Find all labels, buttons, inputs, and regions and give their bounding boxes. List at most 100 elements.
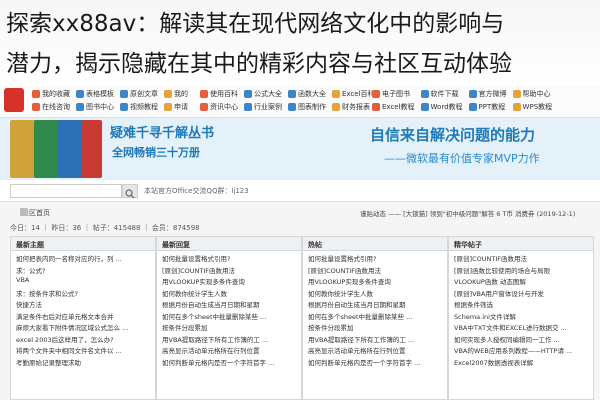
nav-item[interactable]: 行业案例 <box>244 102 282 112</box>
nav-item-label: 电子图书 <box>382 90 410 98</box>
nav-item-icon <box>244 90 252 98</box>
thread-link[interactable]: 满足条件右后对应单元格文本合并 <box>11 309 155 321</box>
search-button[interactable] <box>122 184 138 199</box>
nav-item[interactable]: 申请 <box>164 102 188 112</box>
nav-item[interactable]: 视频教程 <box>120 102 158 112</box>
page: 探索xx88av：解读其在现代网络文化中的影响与 潜力，揭示隐藏在其中的精彩内容… <box>0 0 600 400</box>
thread-link[interactable]: VBA中TXT文件和EXCEL进行数据交 ... <box>449 320 593 332</box>
thread-panel: 最新回复 如何批量设置格式引用? [原创]COUNTIF函数用法 用VLOOKUP实现… <box>156 236 302 400</box>
thread-panel: 最新主题 如何把表内同一名称对应的行，列 ... 求：公式? VBA 求：按条件求和公式… <box>10 236 156 400</box>
nav-item-label: 我的 <box>174 90 188 98</box>
notice-bar[interactable]: 谨贴动态 —— [大锁猫] 领到"初中级问题"解答 6 T币 消费券 (2019… <box>360 208 575 218</box>
thread-link[interactable]: 用VBA提取路径下所有工作簿的工 ... <box>157 332 301 344</box>
nav-item[interactable]: 软件下载 <box>420 89 463 99</box>
panel-title: 最新回复 <box>157 237 301 251</box>
nav-item-label: Excel百科 <box>342 90 375 98</box>
thread-link[interactable]: 如何把表内同一名称对应的行，列 ... <box>11 251 155 263</box>
forum-stats: 今日：14 ｜ 昨日：36 ｜ 帖子：415488 ｜ 会员：874598 <box>10 224 200 232</box>
nav-item[interactable]: 我的 <box>164 89 188 99</box>
nav-item-icon <box>372 103 380 111</box>
nav-item[interactable]: 表格模板 <box>76 89 114 99</box>
thread-link[interactable]: 如何教你统计学生人数 <box>157 286 301 298</box>
thread-link[interactable]: 如何判断单元格内是否一个字符首字 ... <box>157 355 301 367</box>
thread-link[interactable]: 求：公式? <box>11 263 155 275</box>
thread-panel: 精华帖子 [原创]COUNTIF函数用法 [原创]函数比较使用的场合与局限 VLOOK… <box>448 236 594 400</box>
nav-item[interactable]: 我的收藏 <box>32 89 70 99</box>
nav-item[interactable]: 原创文章 <box>120 89 158 99</box>
nav-item[interactable]: 电子图书 <box>372 89 415 99</box>
thread-link[interactable]: 求：按条件求和公式? <box>11 286 155 298</box>
thread-link[interactable]: 如何批量设置格式引用? <box>303 251 447 263</box>
nav-item[interactable]: 帮助中心 <box>512 89 553 99</box>
thread-link[interactable]: 根据条件筛选 <box>449 297 593 309</box>
thread-link[interactable]: 按条件分段累加 <box>303 320 447 332</box>
nav-item[interactable]: 图表制作 <box>288 102 326 112</box>
thread-link[interactable]: 如何在多个sheet中批量删除某些 ... <box>157 309 301 321</box>
panel-title: 最新主题 <box>11 237 155 251</box>
nav-item[interactable]: PPT教程 <box>468 102 507 112</box>
thread-link[interactable]: 根据月份自动生成当月日期和星期 <box>303 297 447 309</box>
thread-link[interactable]: 麻烦大家看下附件情况区域公式怎么 ... <box>11 320 155 332</box>
nav-item-icon <box>200 103 208 111</box>
thread-link[interactable]: 如何批量设置格式引用? <box>157 251 301 263</box>
thread-link[interactable]: VBA的WEB应用系列教程——HTTP请 ... <box>449 343 593 355</box>
panel-title: 热帖 <box>303 237 447 251</box>
qq-group-text: 本站官方Office交流QQ群：lj123 <box>144 187 249 195</box>
thread-link[interactable]: 用VBA提取路径下所有工作簿的工 ... <box>303 332 447 344</box>
thread-link[interactable]: 考勤原始记录整理求助 <box>11 355 155 367</box>
thread-link[interactable]: VLOOKUP函数 动态图解 <box>449 274 593 286</box>
nav-item[interactable]: Excel百科 <box>332 89 375 99</box>
thread-link[interactable]: [原创]COUNTIF函数用法 <box>157 263 301 275</box>
nav-item-icon <box>420 90 429 98</box>
search-input[interactable] <box>10 184 122 198</box>
thread-link[interactable]: [原创]COUNTIF函数用法 <box>449 251 593 263</box>
thread-link[interactable]: 将两个文件夹中相同文件名文件以 ... <box>11 343 155 355</box>
nav-item-icon <box>164 90 172 98</box>
headline-line-2: 潜力，揭示隐藏在其中的精彩内容与社区互动体验 <box>6 51 512 77</box>
thread-link[interactable]: 如何教你统计学生人数 <box>303 286 447 298</box>
nav-item[interactable]: 资讯中心 <box>200 102 238 112</box>
nav-item[interactable]: 公式大全 <box>244 89 282 99</box>
thread-link[interactable]: excel 2003后这样用了，怎么办? <box>11 332 155 344</box>
thread-link[interactable]: [原创]函数比较使用的场合与局限 <box>449 263 593 275</box>
nav-item[interactable]: 函数大全 <box>288 89 326 99</box>
thread-link[interactable]: [原创]VBA用户窗体设计与开发 <box>449 286 593 298</box>
nav-item-label: 使用百科 <box>210 90 238 98</box>
thread-link[interactable]: 用VLOOKUP实现多条件查询 <box>303 274 447 286</box>
nav-item[interactable]: 在线咨询 <box>32 102 70 112</box>
nav-item[interactable]: 官方微博 <box>468 89 507 99</box>
thread-link[interactable]: 如何判断单元格内是否一个字符首字 ... <box>303 355 447 367</box>
nav-item[interactable]: 使用百科 <box>200 89 238 99</box>
thread-link[interactable]: 高亮显示活动单元格所在行列位置 <box>303 343 447 355</box>
thread-link[interactable]: 用VLOOKUP实现多条件查询 <box>157 274 301 286</box>
promo-banner[interactable]: 疑难千寻千解丛书 全网畅销三十万册 自信来自解决问题的能力 ——微软最有价值专家… <box>0 118 600 180</box>
thread-panel: 热帖 如何批量设置格式引用? [原创]COUNTIF函数用法 用VLOOKUP实现多条… <box>302 236 448 400</box>
nav-item[interactable]: 财务报表 <box>332 102 375 112</box>
nav-item-label: 官方微博 <box>478 90 507 98</box>
nav-item-label: WPS教程 <box>522 103 553 111</box>
forum-screenshot: 我的收藏 表格模板 原创文章 我的在线咨询 图书中心 视频教程 申请 使用百科 公式大全 函数大… <box>0 86 600 400</box>
thread-link[interactable]: [原创]COUNTIF函数用法 <box>303 263 447 275</box>
nav-item-icon <box>76 103 84 111</box>
nav-item-label: 表格模板 <box>86 90 114 98</box>
nav-item[interactable]: WPS教程 <box>512 102 553 112</box>
site-logo[interactable] <box>4 88 24 112</box>
home-icon[interactable] <box>20 208 28 216</box>
nav-item[interactable]: Excel教程 <box>372 102 415 112</box>
breadcrumb-home-link[interactable]: 社区首页 <box>10 209 50 217</box>
thread-link[interactable]: Excel2007数据透视表详解 <box>449 355 593 367</box>
banner-title: 疑难千寻千解丛书 <box>110 126 215 141</box>
nav-group-2: 使用百科 公式大全 函数大全 Excel百科资讯中心 行业案例 图表制作 财务报表 <box>200 89 375 112</box>
thread-link[interactable]: 根据月份自动生成当月日期和星期 <box>157 297 301 309</box>
thread-link[interactable]: 按条件分段累加 <box>157 320 301 332</box>
thread-link[interactable]: 如何在多个sheet中批量删除某些 ... <box>303 309 447 321</box>
thread-link[interactable]: 如何实现多人授权同编辑同一工作 ... <box>449 332 593 344</box>
thread-link[interactable]: 快捷方法 <box>11 297 155 309</box>
article-headline: 探索xx88av：解读其在现代网络文化中的影响与 潜力，揭示隐藏在其中的精彩内容… <box>0 0 600 86</box>
nav-item[interactable]: 图书中心 <box>76 102 114 112</box>
thread-link[interactable]: Schema.ini文件详解 <box>449 309 593 321</box>
thread-link[interactable]: VBA <box>11 274 155 286</box>
nav-item[interactable]: Word教程 <box>420 102 463 112</box>
nav-item-icon <box>32 90 40 98</box>
thread-link[interactable]: 高亮显示活动单元格所在行列位置 <box>157 343 301 355</box>
